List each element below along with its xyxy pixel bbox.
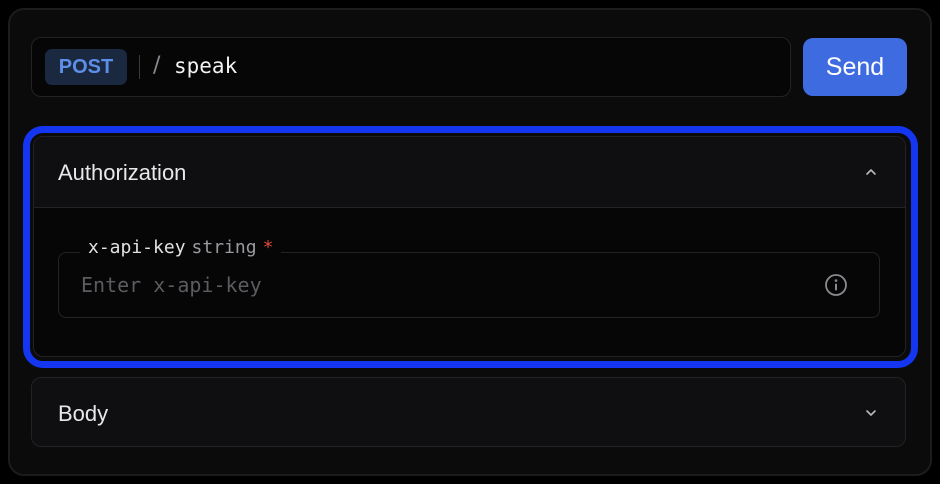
- field-name: x-api-key: [88, 237, 186, 258]
- api-key-field: [58, 252, 880, 318]
- authorization-section: Authorization x-api-keystring*: [33, 136, 906, 357]
- authorization-title: Authorization: [58, 160, 187, 185]
- info-icon[interactable]: [824, 273, 848, 297]
- body-title: Body: [58, 401, 109, 426]
- method-badge[interactable]: POST: [45, 49, 127, 85]
- request-url-bar: POST / speak: [31, 37, 791, 97]
- authorization-header[interactable]: Authorization: [34, 137, 905, 208]
- divider: [139, 55, 140, 79]
- chevron-down-icon[interactable]: [865, 407, 877, 419]
- api-key-input[interactable]: [81, 271, 801, 299]
- api-key-label: x-api-key string *: [80, 237, 282, 258]
- endpoint-path: speak: [174, 54, 238, 78]
- required-marker: *: [262, 237, 274, 258]
- send-button[interactable]: Send: [803, 38, 907, 96]
- chevron-up-icon[interactable]: [865, 166, 877, 178]
- field-type: string: [191, 237, 257, 258]
- path-slash: /: [153, 53, 161, 78]
- body-section[interactable]: Body: [31, 377, 906, 447]
